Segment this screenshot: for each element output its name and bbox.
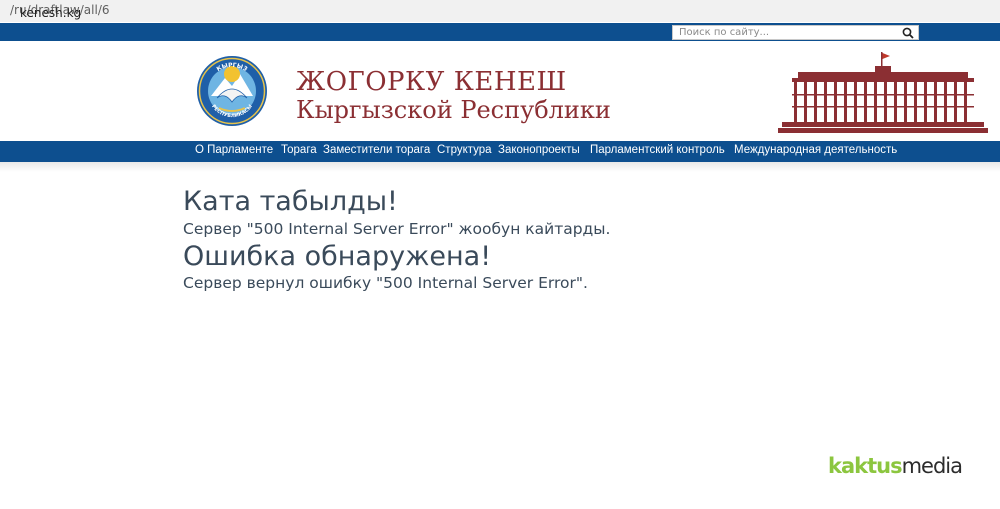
error-heading-ru: Ошибка обнаружена! — [183, 241, 492, 272]
site-title-line1[interactable]: ЖОГОРКУ КЕНЕШ — [296, 67, 567, 97]
error-message-ky: Сервер "500 Internal Server Error" жообу… — [183, 220, 611, 238]
nav-item-international[interactable]: Международная деятельность — [734, 144, 897, 156]
parliament-building-icon — [778, 52, 988, 133]
site-title-line2[interactable]: Кыргызской Республики — [296, 96, 611, 124]
url-host: kenesh.kg — [20, 6, 82, 20]
watermark-part2: media — [901, 454, 963, 478]
error-heading-ky: Ката табылды! — [183, 186, 398, 217]
main-nav: О Парламенте Торага Заместители торага С… — [0, 141, 1000, 162]
address-bar[interactable]: kenesh.kg/ru/draftlaw/all/6 — [0, 0, 1000, 22]
search-box — [672, 25, 919, 40]
nav-item-parliamentary-control[interactable]: Парламентский контроль — [590, 144, 725, 156]
error-message-ru: Сервер вернул ошибку "500 Internal Serve… — [183, 274, 588, 292]
search-input[interactable] — [673, 26, 901, 39]
nav-shadow — [0, 162, 1000, 172]
nav-item-deputy-toraga[interactable]: Заместители торага — [323, 144, 430, 156]
nav-item-about-parliament[interactable]: О Парламенте — [195, 144, 273, 156]
nav-item-structure[interactable]: Структура — [437, 144, 492, 156]
nav-item-draft-laws[interactable]: Законопроекты — [498, 144, 580, 156]
nav-item-toraga[interactable]: Торага — [281, 144, 317, 156]
search-icon[interactable] — [902, 27, 914, 39]
kaktus-media-watermark: kaktusmedia — [828, 454, 963, 478]
url-text[interactable]: kenesh.kg/ru/draftlaw/all/6 — [10, 3, 110, 20]
state-emblem-icon[interactable]: КЫРГЫЗ РЕСПУБЛИКАСЫ — [195, 52, 269, 130]
watermark-part1: kaktus — [828, 454, 903, 478]
